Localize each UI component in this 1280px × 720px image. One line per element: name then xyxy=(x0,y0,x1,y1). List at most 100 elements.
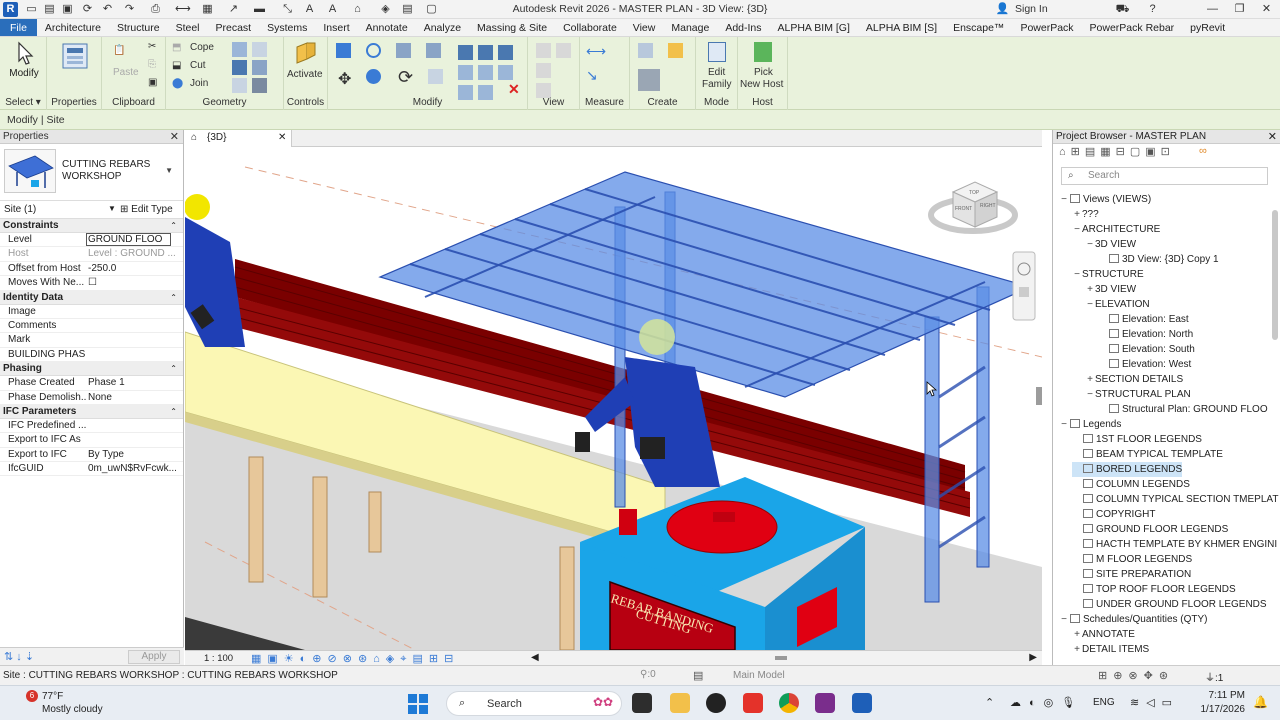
tab-steel[interactable]: Steel xyxy=(168,19,208,36)
browser-item[interactable]: Structural Plan: GROUND FLOO xyxy=(1098,402,1268,417)
apply-button[interactable]: Apply xyxy=(128,650,180,664)
tab-view[interactable]: View xyxy=(625,19,664,36)
browser-item[interactable]: 3D View: {3D} Copy 1 xyxy=(1098,252,1219,267)
property-value[interactable]: -250.0 xyxy=(88,262,176,276)
text-icon[interactable]: A xyxy=(302,2,317,17)
tab-annotate[interactable]: Annotate xyxy=(358,19,416,36)
close-icon[interactable]: ✕ xyxy=(278,132,286,143)
remove-paint-icon[interactable] xyxy=(232,78,247,93)
offset-icon[interactable] xyxy=(366,43,381,58)
tab-structure[interactable]: Structure xyxy=(109,19,168,36)
property-group-header[interactable]: Identity Data ⌃ xyxy=(0,290,183,305)
rotate-icon[interactable]: ⟳ xyxy=(398,67,413,88)
tab-3d-view[interactable]: ⌂ {3D} ✕ xyxy=(185,130,292,147)
split-icon[interactable] xyxy=(458,45,473,60)
browser-item[interactable]: + DETAIL ITEMS xyxy=(1072,642,1149,657)
language-indicator[interactable]: ENG xyxy=(1093,697,1115,708)
collapse-icon[interactable]: ⌃ xyxy=(170,219,177,233)
browser-item[interactable]: COLUMN LEGENDS xyxy=(1072,477,1190,492)
expand-icon[interactable]: + xyxy=(1085,372,1095,387)
tray-icons[interactable]: ☁◐◎🎙 xyxy=(1010,696,1083,709)
tab-add-ins[interactable]: Add-Ins xyxy=(717,19,769,36)
browser-tool-icons[interactable]: ⌂⊞▤▦⊟▢▣⊡ xyxy=(1059,145,1175,158)
scroll-left-icon[interactable]: ◀ xyxy=(531,652,539,663)
notification-icon[interactable]: 🔔 xyxy=(1253,695,1268,709)
selection-tool-icons[interactable]: ⊞⊕⊗✥⊛ xyxy=(1098,669,1174,682)
browser-item[interactable]: UNDER GROUND FLOOR LEGENDS xyxy=(1072,597,1267,612)
app-icon[interactable] xyxy=(815,693,835,713)
pick-line2[interactable]: New Host xyxy=(740,79,783,90)
section-icon[interactable]: ◈ xyxy=(378,2,393,17)
clock-date[interactable]: 1/17/2026 xyxy=(1185,704,1246,715)
cart-icon[interactable]: ⛟ xyxy=(1115,2,1130,17)
create-part-icon[interactable] xyxy=(638,43,653,58)
properties-icon[interactable] xyxy=(61,42,89,70)
maximize-icon[interactable]: ❐ xyxy=(1226,0,1253,19)
cope-icon[interactable]: ⬒ xyxy=(172,42,181,53)
window-icon[interactable]: ▤ xyxy=(400,2,415,17)
measure-icon[interactable]: ⟷ xyxy=(175,2,191,17)
3d-viewport[interactable]: REBAR BANDING CUTTING FRONT RIGHT TOP xyxy=(185,147,1042,650)
browser-item[interactable]: +3D VIEW xyxy=(1085,282,1136,297)
browser-item[interactable]: HACTH TEMPLATE BY KHMER ENGINI xyxy=(1072,537,1277,552)
browser-item[interactable]: − STRUCTURAL PLAN xyxy=(1085,387,1191,402)
collapse-icon[interactable]: − xyxy=(1059,192,1069,207)
browser-item[interactable]: −3D VIEW xyxy=(1085,237,1136,252)
user-icon[interactable]: 👤 xyxy=(995,2,1010,17)
override-icon[interactable] xyxy=(556,43,571,58)
text-a-icon[interactable]: A xyxy=(325,2,340,17)
edit-family-line1[interactable]: Edit xyxy=(708,67,725,78)
linework-icon[interactable] xyxy=(536,63,551,78)
design-options[interactable]: Main Model xyxy=(733,670,785,681)
minimize-icon[interactable]: — xyxy=(1199,0,1226,19)
sign-in-link[interactable]: Sign In xyxy=(1015,3,1048,15)
tag-icon[interactable]: ▬ xyxy=(252,2,267,17)
windows-start-icon[interactable] xyxy=(408,694,428,714)
move-icon[interactable]: ✥ xyxy=(338,69,351,89)
tab-pyrevit[interactable]: pyRevit xyxy=(1182,19,1233,36)
browser-item[interactable]: BORED LEGENDS xyxy=(1072,462,1183,477)
scroll-right-icon[interactable]: ▶ xyxy=(1029,652,1037,663)
cope-button[interactable]: Cope xyxy=(190,42,214,53)
browser-item[interactable]: 1ST FLOOR LEGENDS xyxy=(1072,432,1202,447)
activate-icon[interactable] xyxy=(293,41,317,67)
help-icon[interactable]: ? xyxy=(1145,2,1160,17)
activate-label[interactable]: Activate xyxy=(287,69,323,80)
join-icon[interactable]: ⬤ xyxy=(172,78,183,89)
sort-icon[interactable]: ⇅ ↓ ⇣ xyxy=(4,650,34,663)
revit-logo-icon[interactable]: R xyxy=(3,2,18,17)
browser-item[interactable]: Elevation: West xyxy=(1098,357,1191,372)
chevron-down-icon[interactable]: ▼ xyxy=(108,204,116,213)
filter-count[interactable]: ⚲:0 xyxy=(640,669,656,680)
collapse-icon[interactable]: − xyxy=(1072,267,1082,282)
tab-manage[interactable]: Manage xyxy=(663,19,717,36)
chrome-icon[interactable] xyxy=(779,693,799,713)
browser-item[interactable]: + SECTION DETAILS xyxy=(1085,372,1183,387)
property-value[interactable]: ☐ xyxy=(88,276,176,290)
chevron-down-icon[interactable]: ▼ xyxy=(165,166,173,175)
obs-icon[interactable] xyxy=(706,693,726,713)
tab-collaborate[interactable]: Collaborate xyxy=(555,19,625,36)
dimension-icon[interactable]: ↗ xyxy=(226,2,241,17)
scale-dropdown[interactable]: 1 : 100 xyxy=(204,653,233,664)
property-group-header[interactable]: Phasing ⌃ xyxy=(0,362,183,377)
collapse-icon[interactable]: − xyxy=(1059,612,1069,627)
network-volume-icons[interactable]: ≋◁▭ xyxy=(1130,696,1179,709)
browser-item[interactable]: − Views (VIEWS) xyxy=(1059,192,1151,207)
view-control-icons[interactable]: ▦▣☀◐⊕⊘⊗⊛⌂◈⌖▤⊞⊟ xyxy=(251,652,459,666)
revit-taskbar-icon[interactable] xyxy=(852,693,872,713)
tab-alpha-bim-s[interactable]: ALPHA BIM [S] xyxy=(858,19,945,36)
cut-geometry-button[interactable]: Cut xyxy=(190,60,206,71)
acrobat-icon[interactable] xyxy=(743,693,763,713)
collapse-icon[interactable]: − xyxy=(1085,387,1095,402)
browser-item[interactable]: COPYRIGHT xyxy=(1072,507,1155,522)
property-value[interactable]: By Type xyxy=(88,448,176,462)
expand-icon[interactable]: + xyxy=(1085,282,1095,297)
close-icon[interactable]: ✕ xyxy=(170,130,179,144)
link-icon[interactable]: ∞ xyxy=(1199,145,1207,157)
hammer-icon[interactable] xyxy=(252,78,267,93)
browser-item[interactable]: +??? xyxy=(1072,207,1099,222)
property-value[interactable]: Phase 1 xyxy=(88,376,176,390)
pick-new-host-icon[interactable] xyxy=(754,42,772,62)
browser-item[interactable]: − Schedules/Quantities (QTY) xyxy=(1059,612,1208,627)
